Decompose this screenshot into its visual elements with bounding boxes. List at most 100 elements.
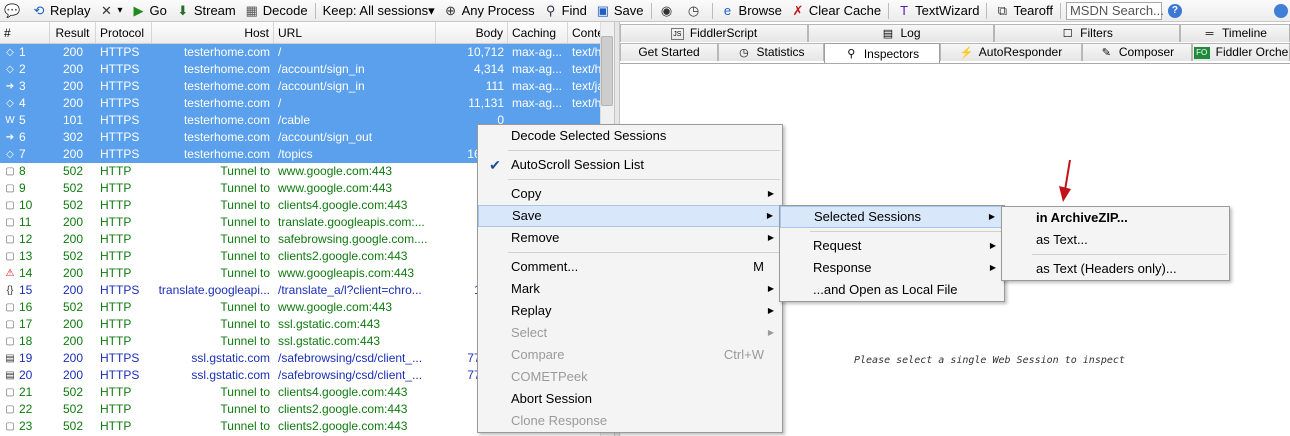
menu-item-cometpeek: COMETPeek xyxy=(478,366,782,388)
tab-timeline[interactable]: ═ Timeline xyxy=(1180,24,1290,42)
tab-inspectors[interactable]: ⚲ Inspectors xyxy=(824,43,940,64)
menu-item-save[interactable]: Save ▶ xyxy=(478,205,782,227)
session-result-cell: 200 xyxy=(62,45,84,59)
session-caching-cell: max-ag... xyxy=(512,96,563,110)
menu-item-as-text-headers-only[interactable]: as Text (Headers only)... xyxy=(1002,258,1229,280)
session-number: 4 xyxy=(19,96,26,110)
camera-button[interactable]: ◉ xyxy=(655,0,682,22)
tunnel-lock-icon: ▢ xyxy=(5,216,15,228)
menu-item-remove[interactable]: Remove ▶ xyxy=(478,227,782,249)
menu-item-in-archivezip[interactable]: in ArchiveZIP... xyxy=(1002,207,1229,229)
menu-item-selected-sessions[interactable]: Selected Sessions ▶ xyxy=(780,206,1004,228)
session-protocol-cell: HTTPS xyxy=(100,96,140,110)
session-result-cell: 502 xyxy=(62,385,84,399)
crosshair-icon: ⊕ xyxy=(445,2,457,18)
session-host-cell: Tunnel to xyxy=(220,249,270,263)
tearoff-button[interactable]: ⧉ Tearoff xyxy=(990,0,1057,22)
tab-statistics[interactable]: ◷ Statistics xyxy=(718,43,824,61)
submenu-arrow-icon: ▶ xyxy=(767,306,774,315)
session-url-cell: clients2.google.com:443 xyxy=(278,419,408,433)
menu-item-as-text[interactable]: as Text... xyxy=(1002,229,1229,251)
session-protocol-cell: HTTP xyxy=(100,385,132,399)
session-row[interactable]: ◇ 4 200 HTTPS testerhome.com/11,131 max-ag...… xyxy=(0,95,614,112)
session-number: 15 xyxy=(19,283,33,297)
camera-icon: ◉ xyxy=(660,2,673,18)
menu-item-decode-selected-sessions[interactable]: Decode Selected Sessions xyxy=(478,125,782,147)
stream-button[interactable]: ⬇ Stream xyxy=(171,0,240,22)
session-number-cell: ➔ 3 xyxy=(0,78,50,95)
session-result-cell: 101 xyxy=(62,113,84,127)
log-icon: ▤ xyxy=(882,27,894,40)
session-protocol-cell: HTTP xyxy=(100,317,132,331)
find-button[interactable]: ⚲ Find xyxy=(539,0,591,22)
session-protocol-cell: HTTP xyxy=(100,419,132,433)
menu-item-replay[interactable]: Replay ▶ xyxy=(478,300,782,322)
close-x-button[interactable]: ✕ ▾ xyxy=(94,0,126,22)
column-header[interactable]: Protocol xyxy=(96,22,152,43)
tab-composer[interactable]: ✎ Composer xyxy=(1082,43,1192,61)
menu-item-copy[interactable]: Copy ▶ xyxy=(478,183,782,205)
column-header[interactable]: URL xyxy=(274,22,436,43)
toolbar-label: TextWizard xyxy=(915,3,980,18)
session-row[interactable]: ◇ 1 200 HTTPS testerhome.com/10,712 max-ag...… xyxy=(0,44,614,61)
session-host-cell: Tunnel to xyxy=(220,385,270,399)
session-row[interactable]: ➔ 3 200 HTTPS testerhome.com/account/sign_in… xyxy=(0,78,614,95)
session-number: 13 xyxy=(19,249,33,263)
column-header[interactable]: # xyxy=(0,22,50,43)
menu-item-and-open-as-local-file[interactable]: ...and Open as Local File xyxy=(780,279,1004,301)
menu-item-request[interactable]: Request ▶ xyxy=(780,235,1004,257)
menu-item-mark[interactable]: Mark ▶ xyxy=(478,278,782,300)
session-url-cell: www.googleapis.com:443 xyxy=(278,266,415,280)
inspectors-icon: ⚲ xyxy=(847,48,856,60)
decode-button[interactable]: ▦ Decode xyxy=(240,0,312,22)
go-button[interactable]: ▶ Go xyxy=(127,0,171,22)
websocket-icon: W xyxy=(5,114,15,126)
toolbar-label: Tearoff xyxy=(1013,3,1053,18)
session-number-cell: ◇ 1 xyxy=(0,44,50,61)
tab-label: Get Started xyxy=(638,45,700,59)
clear-cache-button[interactable]: ✗ Clear Cache xyxy=(786,0,885,22)
tab-fiddler-orche[interactable]: FO Fiddler Orche xyxy=(1192,43,1290,61)
clear-cache-icon: ✗ xyxy=(792,2,804,18)
tab-filters[interactable]: ☐ Filters xyxy=(994,24,1180,42)
session-number-cell: ▢ 8 xyxy=(0,163,50,180)
menu-item-autoscroll-session-list[interactable]: ✔ AutoScroll Session List xyxy=(478,154,782,176)
replay-button[interactable]: ⟲ Replay xyxy=(27,0,94,22)
textwizard-button[interactable]: T TextWizard xyxy=(892,0,983,22)
menu-item-comment[interactable]: Comment... M xyxy=(478,256,782,278)
stream-icon: ⬇ xyxy=(177,2,189,18)
tab-autoresponder[interactable]: ⚡ AutoResponder xyxy=(940,43,1082,61)
tab-label: FiddlerScript xyxy=(689,26,758,40)
column-header[interactable]: Result xyxy=(50,22,96,43)
save-button[interactable]: ▣ Save xyxy=(591,0,648,22)
comment-button[interactable]: 💬 xyxy=(0,0,27,22)
tab-fiddlerscript[interactable]: JS FiddlerScript xyxy=(620,24,808,42)
redirect-arrow-icon: ➔ xyxy=(5,80,15,92)
help-icon[interactable]: ? xyxy=(1167,3,1182,18)
menu-item-label: Save xyxy=(512,208,542,223)
toolbar-label: Clear Cache xyxy=(808,3,882,18)
tab-log[interactable]: ▤ Log xyxy=(808,24,994,42)
toolbar-separator xyxy=(986,2,988,19)
timer-button[interactable]: ◷ xyxy=(682,0,709,22)
session-number-cell: ▢ 9 xyxy=(0,180,50,197)
browse-button[interactable]: e Browse xyxy=(716,0,786,22)
msdn-search-input[interactable]: MSDN Search... xyxy=(1065,1,1164,20)
session-protocol-cell: HTTP xyxy=(100,266,132,280)
session-number: 17 xyxy=(19,317,33,331)
fo-icon: FO xyxy=(1193,46,1210,59)
any-process-button[interactable]: ⊕ Any Process xyxy=(439,0,539,22)
column-header[interactable]: Host xyxy=(152,22,274,43)
menu-item-label: Comment... xyxy=(511,259,579,274)
tab-get-started[interactable]: Get Started xyxy=(620,43,718,61)
keep-all-sessions-button[interactable]: Keep: All sessions ▾ xyxy=(319,0,439,22)
column-header[interactable]: Body xyxy=(436,22,508,43)
comment-icon: 💬 xyxy=(4,2,21,18)
menu-item-response[interactable]: Response ▶ xyxy=(780,257,1004,279)
menu-item-abort-session[interactable]: Abort Session xyxy=(478,388,782,410)
session-result-cell: 302 xyxy=(62,130,84,144)
scrollbar-thumb[interactable] xyxy=(601,36,613,106)
column-header[interactable]: Caching xyxy=(508,22,568,43)
session-row[interactable]: ◇ 2 200 HTTPS testerhome.com/account/sign_in… xyxy=(0,61,614,78)
session-number-cell: ◇ 4 xyxy=(0,95,50,112)
